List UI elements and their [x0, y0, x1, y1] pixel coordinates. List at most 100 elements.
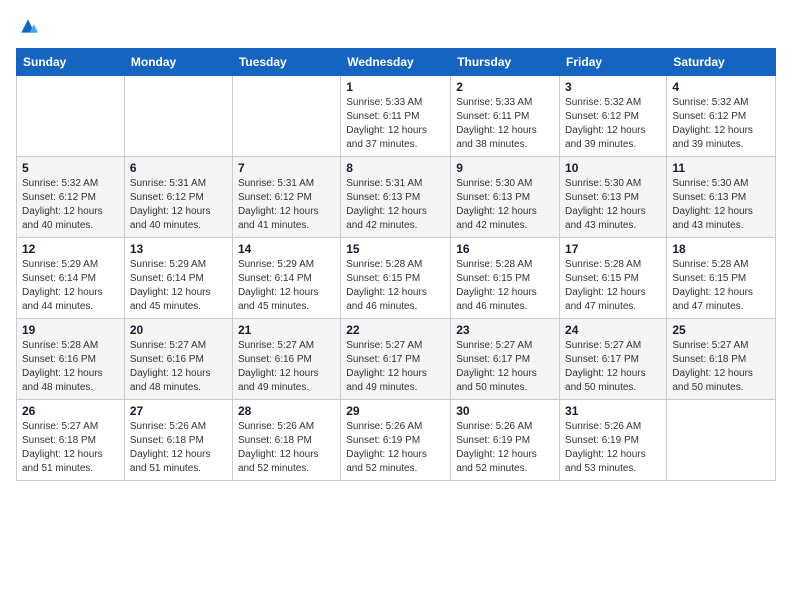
day-number: 5 [22, 161, 119, 175]
cell-content: 20Sunrise: 5:27 AM Sunset: 6:16 PM Dayli… [130, 323, 227, 395]
cell-content: 5 Sunrise: 5:32 AM Sunset: 6:12 PM Daylig… [22, 161, 119, 233]
cell-content: 21Sunrise: 5:27 AM Sunset: 6:16 PM Dayli… [238, 323, 335, 395]
cell-sun-info: Sunrise: 5:26 AM Sunset: 6:18 PM Dayligh… [130, 420, 227, 476]
day-number: 8 [346, 161, 445, 175]
day-number: 7 [238, 161, 335, 175]
cell-sun-info: Sunrise: 5:30 AM Sunset: 6:13 PM Dayligh… [672, 177, 770, 233]
calendar-table: SundayMondayTuesdayWednesdayThursdayFrid… [16, 48, 776, 481]
calendar-cell: 30 Sunrise: 5:26 AM Sunset: 6:19 PM Dayli… [451, 400, 560, 481]
cell-sun-info: Sunrise: 5:30 AM Sunset: 6:13 PM Dayligh… [565, 177, 661, 233]
day-number: 10 [565, 161, 661, 175]
calendar-cell: 21Sunrise: 5:27 AM Sunset: 6:16 PM Dayli… [232, 319, 340, 400]
cell-content: 2 Sunrise: 5:33 AM Sunset: 6:11 PM Daylig… [456, 80, 554, 152]
cell-sun-info: Sunrise: 5:27 AM Sunset: 6:17 PM Dayligh… [565, 339, 661, 395]
cell-sun-info: Sunrise: 5:27 AM Sunset: 6:18 PM Dayligh… [672, 339, 770, 395]
calendar-cell: 23 Sunrise: 5:27 AM Sunset: 6:17 PM Dayli… [451, 319, 560, 400]
cell-sun-info: Sunrise: 5:26 AM Sunset: 6:19 PM Dayligh… [456, 420, 554, 476]
cell-sun-info: Sunrise: 5:32 AM Sunset: 6:12 PM Dayligh… [672, 96, 770, 152]
calendar-cell: 14 Sunrise: 5:29 AM Sunset: 6:14 PM Dayli… [232, 238, 340, 319]
cell-content: 1Sunrise: 5:33 AM Sunset: 6:11 PM Daylig… [346, 80, 445, 152]
calendar-cell: 5 Sunrise: 5:32 AM Sunset: 6:12 PM Daylig… [17, 157, 125, 238]
day-number: 17 [565, 242, 661, 256]
cell-content: 22Sunrise: 5:27 AM Sunset: 6:17 PM Dayli… [346, 323, 445, 395]
cell-content: 19 Sunrise: 5:28 AM Sunset: 6:16 PM Dayli… [22, 323, 119, 395]
day-number: 19 [22, 323, 119, 337]
cell-content: 6Sunrise: 5:31 AM Sunset: 6:12 PM Daylig… [130, 161, 227, 233]
day-number: 6 [130, 161, 227, 175]
cell-content: 17 Sunrise: 5:28 AM Sunset: 6:15 PM Dayli… [565, 242, 661, 314]
calendar-cell: 3Sunrise: 5:32 AM Sunset: 6:12 PM Daylig… [560, 76, 667, 157]
cell-content: 14 Sunrise: 5:29 AM Sunset: 6:14 PM Dayli… [238, 242, 335, 314]
calendar-cell: 16 Sunrise: 5:28 AM Sunset: 6:15 PM Dayli… [451, 238, 560, 319]
day-number: 16 [456, 242, 554, 256]
calendar-header: SundayMondayTuesdayWednesdayThursdayFrid… [17, 49, 776, 76]
day-number: 29 [346, 404, 445, 418]
column-header-saturday: Saturday [667, 49, 776, 76]
day-number: 3 [565, 80, 661, 94]
cell-sun-info: Sunrise: 5:32 AM Sunset: 6:12 PM Dayligh… [22, 177, 119, 233]
cell-content: 11 Sunrise: 5:30 AM Sunset: 6:13 PM Dayli… [672, 161, 770, 233]
cell-sun-info: Sunrise: 5:30 AM Sunset: 6:13 PM Dayligh… [456, 177, 554, 233]
calendar-cell: 15Sunrise: 5:28 AM Sunset: 6:15 PM Dayli… [341, 238, 451, 319]
cell-sun-info: Sunrise: 5:28 AM Sunset: 6:15 PM Dayligh… [672, 258, 770, 314]
cell-sun-info: Sunrise: 5:26 AM Sunset: 6:19 PM Dayligh… [346, 420, 445, 476]
calendar-week-2: 5 Sunrise: 5:32 AM Sunset: 6:12 PM Daylig… [17, 157, 776, 238]
day-number: 14 [238, 242, 335, 256]
day-number: 31 [565, 404, 661, 418]
calendar-cell: 25Sunrise: 5:27 AM Sunset: 6:18 PM Dayli… [667, 319, 776, 400]
calendar-cell: 26Sunrise: 5:27 AM Sunset: 6:18 PM Dayli… [17, 400, 125, 481]
cell-sun-info: Sunrise: 5:28 AM Sunset: 6:15 PM Dayligh… [565, 258, 661, 314]
cell-content: 12Sunrise: 5:29 AM Sunset: 6:14 PM Dayli… [22, 242, 119, 314]
calendar-cell [124, 76, 232, 157]
day-number: 26 [22, 404, 119, 418]
cell-sun-info: Sunrise: 5:29 AM Sunset: 6:14 PM Dayligh… [130, 258, 227, 314]
cell-sun-info: Sunrise: 5:26 AM Sunset: 6:19 PM Dayligh… [565, 420, 661, 476]
day-number: 11 [672, 161, 770, 175]
calendar-week-3: 12 Sunrise: 5:29 AM Sunset: 6:14 PM Dayli… [17, 238, 776, 319]
cell-content: 25Sunrise: 5:27 AM Sunset: 6:18 PM Dayli… [672, 323, 770, 395]
cell-content: 27 Sunrise: 5:26 AM Sunset: 6:18 PM Dayli… [130, 404, 227, 476]
day-number: 12 [22, 242, 119, 256]
calendar-cell: 28Sunrise: 5:26 AM Sunset: 6:18 PM Dayli… [232, 400, 340, 481]
day-number: 4 [672, 80, 770, 94]
calendar-cell: 10 Sunrise: 5:30 AM Sunset: 6:13 PM Dayli… [560, 157, 667, 238]
cell-sun-info: Sunrise: 5:28 AM Sunset: 6:16 PM Dayligh… [22, 339, 119, 395]
column-header-wednesday: Wednesday [341, 49, 451, 76]
day-number: 30 [456, 404, 554, 418]
column-header-sunday: Sunday [17, 49, 125, 76]
calendar-week-1: 1Sunrise: 5:33 AM Sunset: 6:11 PM Daylig… [17, 76, 776, 157]
day-number: 18 [672, 242, 770, 256]
cell-content: 28Sunrise: 5:26 AM Sunset: 6:18 PM Dayli… [238, 404, 335, 476]
day-number: 27 [130, 404, 227, 418]
calendar-cell: 29 Sunrise: 5:26 AM Sunset: 6:19 PM Dayli… [341, 400, 451, 481]
cell-content: 23 Sunrise: 5:27 AM Sunset: 6:17 PM Dayli… [456, 323, 554, 395]
day-number: 13 [130, 242, 227, 256]
cell-sun-info: Sunrise: 5:27 AM Sunset: 6:17 PM Dayligh… [456, 339, 554, 395]
day-number: 2 [456, 80, 554, 94]
cell-sun-info: Sunrise: 5:33 AM Sunset: 6:11 PM Dayligh… [456, 96, 554, 152]
calendar-cell: 4 Sunrise: 5:32 AM Sunset: 6:12 PM Daylig… [667, 76, 776, 157]
cell-content: 24 Sunrise: 5:27 AM Sunset: 6:17 PM Dayli… [565, 323, 661, 395]
cell-sun-info: Sunrise: 5:31 AM Sunset: 6:13 PM Dayligh… [346, 177, 445, 233]
column-header-friday: Friday [560, 49, 667, 76]
cell-content: 31 Sunrise: 5:26 AM Sunset: 6:19 PM Dayli… [565, 404, 661, 476]
cell-content: 30 Sunrise: 5:26 AM Sunset: 6:19 PM Dayli… [456, 404, 554, 476]
cell-content: 16 Sunrise: 5:28 AM Sunset: 6:15 PM Dayli… [456, 242, 554, 314]
cell-content: 4 Sunrise: 5:32 AM Sunset: 6:12 PM Daylig… [672, 80, 770, 152]
cell-content: 9 Sunrise: 5:30 AM Sunset: 6:13 PM Daylig… [456, 161, 554, 233]
cell-sun-info: Sunrise: 5:29 AM Sunset: 6:14 PM Dayligh… [238, 258, 335, 314]
cell-content: 8 Sunrise: 5:31 AM Sunset: 6:13 PM Daylig… [346, 161, 445, 233]
cell-content: 7Sunrise: 5:31 AM Sunset: 6:12 PM Daylig… [238, 161, 335, 233]
cell-content: 13 Sunrise: 5:29 AM Sunset: 6:14 PM Dayli… [130, 242, 227, 314]
calendar-cell: 11 Sunrise: 5:30 AM Sunset: 6:13 PM Dayli… [667, 157, 776, 238]
day-number: 24 [565, 323, 661, 337]
calendar-cell [667, 400, 776, 481]
cell-sun-info: Sunrise: 5:28 AM Sunset: 6:15 PM Dayligh… [456, 258, 554, 314]
cell-sun-info: Sunrise: 5:33 AM Sunset: 6:11 PM Dayligh… [346, 96, 445, 152]
calendar-cell: 9 Sunrise: 5:30 AM Sunset: 6:13 PM Daylig… [451, 157, 560, 238]
day-number: 23 [456, 323, 554, 337]
cell-content: 3Sunrise: 5:32 AM Sunset: 6:12 PM Daylig… [565, 80, 661, 152]
calendar-cell: 20Sunrise: 5:27 AM Sunset: 6:16 PM Dayli… [124, 319, 232, 400]
day-number: 22 [346, 323, 445, 337]
day-number: 9 [456, 161, 554, 175]
